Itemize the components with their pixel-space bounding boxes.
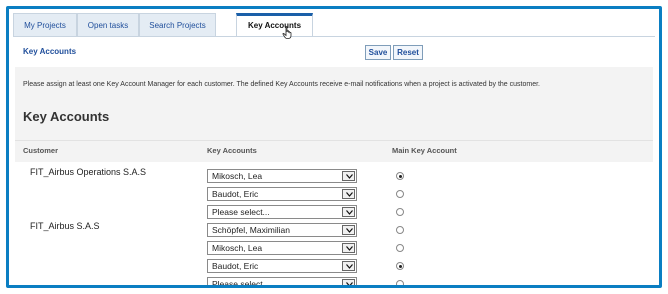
section-title: Key Accounts — [23, 109, 110, 124]
tab-key-accounts[interactable]: Key Accounts — [236, 13, 313, 37]
panel-title: Key Accounts — [23, 47, 77, 56]
main-key-account-radio[interactable] — [396, 244, 404, 252]
key-account-select[interactable]: Mikosch, Lea — [207, 169, 357, 183]
chevron-down-icon[interactable] — [342, 279, 355, 285]
tab-open-tasks[interactable]: Open tasks — [77, 13, 139, 37]
chevron-down-icon[interactable] — [342, 171, 355, 181]
key-account-select[interactable]: Please select... — [207, 205, 357, 219]
key-account-select[interactable]: Mikosch, Lea — [207, 241, 357, 255]
key-accounts-window: My Projects Open tasks Search Projects K… — [6, 6, 662, 288]
key-account-select[interactable]: Schöpfel, Maximilian — [207, 223, 357, 237]
key-account-select-value: Baudot, Eric — [212, 189, 259, 199]
table-header — [15, 140, 653, 162]
main-key-account-radio[interactable] — [396, 262, 404, 270]
chevron-down-icon[interactable] — [342, 189, 355, 199]
key-account-select-value: Please select... — [212, 207, 270, 217]
key-account-select-value: Mikosch, Lea — [212, 243, 263, 253]
column-header-key-accounts: Key Accounts — [207, 146, 257, 155]
save-button[interactable]: Save — [365, 45, 391, 60]
main-key-account-radio[interactable] — [396, 172, 404, 180]
tab-divider — [13, 36, 655, 37]
hand-pointer-icon — [282, 26, 293, 44]
chevron-down-icon[interactable] — [342, 207, 355, 217]
reset-button[interactable]: Reset — [393, 45, 423, 60]
info-text: Please assign at least one Key Account M… — [23, 81, 540, 88]
key-account-select[interactable]: Baudot, Eric — [207, 187, 357, 201]
column-header-main-key-account: Main Key Account — [392, 146, 457, 155]
tab-search-projects[interactable]: Search Projects — [139, 13, 216, 37]
customer-name: FIT_Airbus Operations S.A.S — [30, 167, 147, 177]
key-account-select-value: Please select... — [212, 279, 270, 288]
chevron-down-icon[interactable] — [342, 243, 355, 253]
key-account-select[interactable]: Please select... — [207, 277, 357, 288]
main-key-account-radio[interactable] — [396, 208, 404, 216]
main-key-account-radio[interactable] — [396, 280, 404, 285]
key-account-select-value: Baudot, Eric — [212, 261, 259, 271]
chevron-down-icon[interactable] — [342, 225, 355, 235]
customer-name: FIT_Airbus S.A.S — [30, 221, 100, 231]
column-header-customer: Customer — [23, 146, 59, 155]
main-key-account-radio[interactable] — [396, 226, 404, 234]
chevron-down-icon[interactable] — [342, 261, 355, 271]
key-account-select[interactable]: Baudot, Eric — [207, 259, 357, 273]
info-band — [15, 67, 653, 151]
key-account-select-value: Schöpfel, Maximilian — [212, 225, 290, 235]
key-account-select-value: Mikosch, Lea — [212, 171, 263, 181]
tab-my-projects[interactable]: My Projects — [13, 13, 77, 37]
main-key-account-radio[interactable] — [396, 190, 404, 198]
